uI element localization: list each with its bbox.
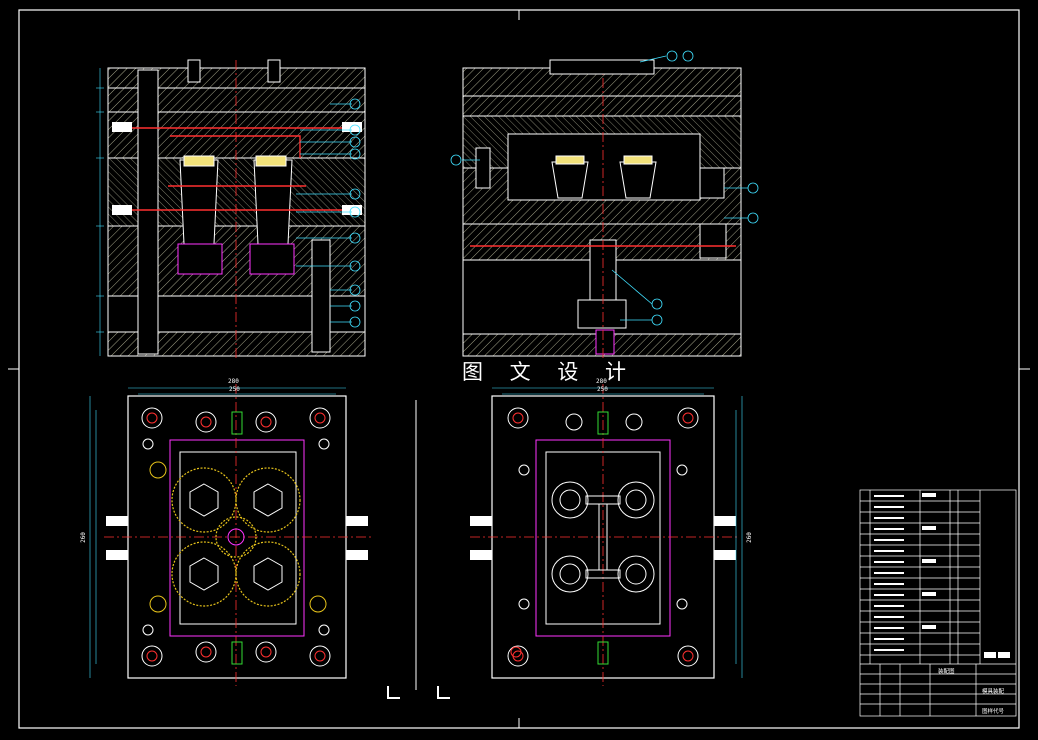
- title-block-name: 装配图: [938, 669, 955, 675]
- cad-drawing-sheet: { "watermark": "图 文 设 计", "dimensions": …: [0, 0, 1038, 740]
- dim-left-outer: 280: [228, 378, 239, 385]
- dim-left-height: 260: [79, 532, 87, 543]
- plan-view-right: [470, 384, 743, 686]
- corner-marks: [387, 400, 450, 699]
- dim-left-inner: 250: [229, 386, 240, 393]
- section-view-right: [450, 50, 759, 360]
- dim-right-height: 260: [745, 532, 753, 543]
- watermark-text: 图 文 设 计: [462, 360, 637, 384]
- title-block-drawing-title: 模具装配: [982, 689, 1005, 695]
- section-view-left: [96, 59, 366, 360]
- dim-right-outer: 280: [596, 378, 607, 385]
- parts-list-table: [859, 489, 1017, 717]
- plan-view-left: [89, 384, 372, 686]
- dim-right-inner: 250: [597, 386, 608, 393]
- title-block-drawing-no: 图样代号: [982, 709, 1005, 715]
